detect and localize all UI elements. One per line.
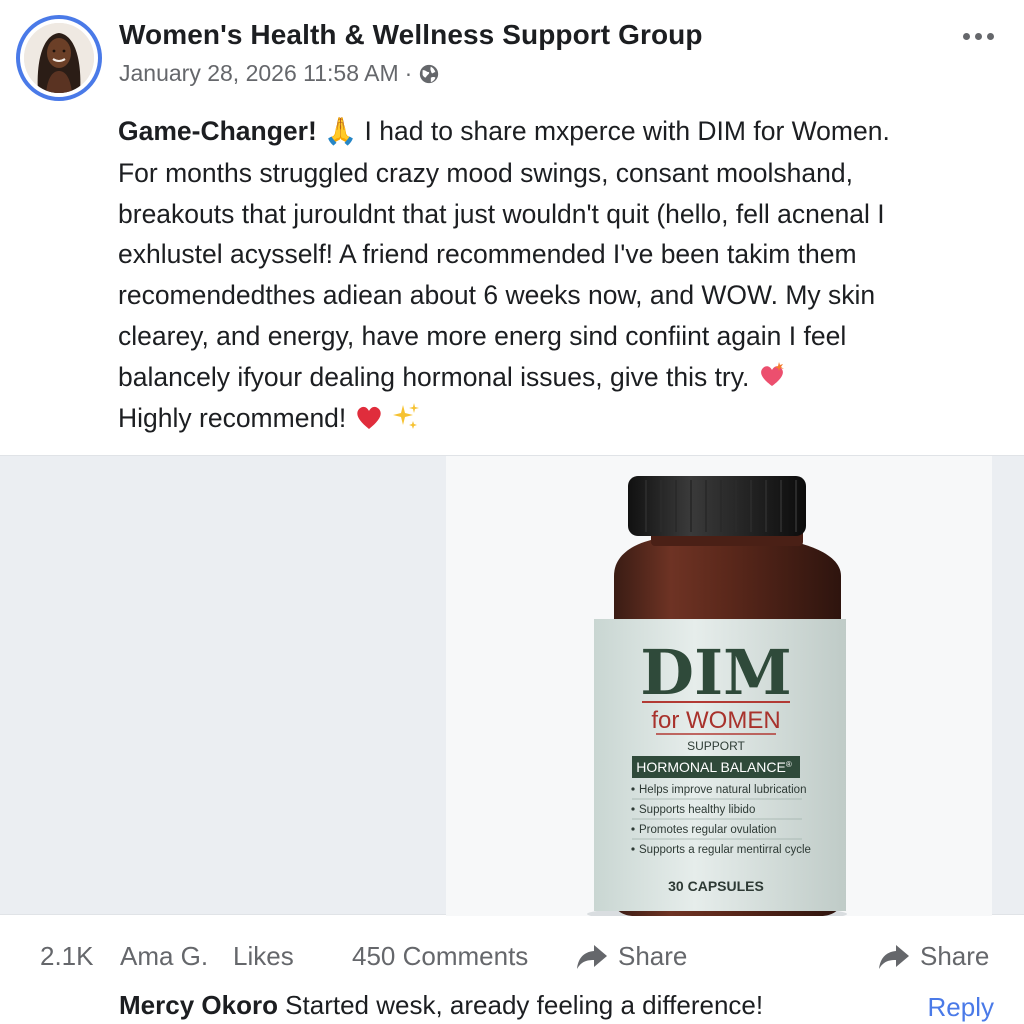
likes-link[interactable]: Likes (233, 941, 294, 972)
post-line-1: Game-Changer! 🙏 I had to share mxperce w… (118, 116, 890, 147)
group-name[interactable]: Women's Health & Wellness Support Group (119, 19, 703, 51)
post-meta: January 28, 2026 11:58 AM · (119, 60, 440, 87)
action-bar: 2.1K Ama G. Likes 450 Comments Share Sha… (0, 925, 1024, 989)
product-count: 30 CAPSULES (668, 878, 764, 894)
more-options-icon (962, 32, 970, 40)
post-line-3: breakouts that jurouldnt that just would… (118, 198, 885, 229)
product-bullet: Helps improve natural lubrication (639, 784, 806, 796)
post-line-6: clearey, and energy, have more energ sin… (118, 320, 847, 351)
product-banner: HORMONAL BALANCE® (636, 759, 792, 775)
folded-hands-icon: 🙏 (324, 116, 358, 147)
globe-icon (420, 64, 439, 83)
post-image[interactable]: DIM for WOMEN SUPPORT HORMONAL BALANCE® … (0, 455, 1024, 922)
sparkles-icon (393, 402, 420, 429)
meta-separator: · (404, 60, 413, 86)
more-options-button[interactable] (958, 22, 998, 50)
product-subtitle: for WOMEN (651, 707, 780, 734)
sparkling-heart-icon (760, 361, 784, 386)
comment-text: Started wesk, aready feeling a differenc… (277, 990, 764, 1020)
product-support: SUPPORT (687, 739, 745, 753)
avatar-image (24, 23, 94, 93)
supplement-bottle: DIM for WOMEN SUPPORT HORMONAL BALANCE® … (587, 476, 847, 922)
reply-button[interactable]: Reply (928, 992, 994, 1023)
post-header: Women's Health & Wellness Support Group … (0, 0, 1024, 110)
share-icon (879, 944, 909, 969)
reactions-count[interactable]: 2.1K (40, 941, 94, 972)
post-line-7: balancely ifyour dealing hormonal issues… (118, 357, 1018, 398)
post-line-2: For months struggled crazy mood swings, … (118, 157, 853, 188)
red-heart-icon (356, 406, 381, 429)
reactor-name[interactable]: Ama G. (120, 941, 208, 972)
product-bullet: Promotes regular ovulation (639, 824, 776, 836)
share-button[interactable]: Share (576, 941, 687, 972)
product-photo: DIM for WOMEN SUPPORT HORMONAL BALANCE® … (446, 456, 992, 922)
product-bullet: Supports a regular mentirral cycle (639, 844, 811, 856)
product-bullet: Supports healthy libido (639, 804, 755, 816)
share-icon (577, 944, 607, 969)
post-line-4: exhlustel acysself! A friend recommended… (118, 239, 857, 270)
post-lead: Game-Changer! (118, 116, 317, 146)
post-line-5: recomendedthes adiean about 6 weeks now,… (118, 280, 876, 311)
group-avatar[interactable] (16, 15, 102, 101)
post-timestamp[interactable]: January 28, 2026 11:58 AM (119, 60, 399, 87)
post-line-8: Highly recommend! (118, 398, 1018, 439)
comment-author[interactable]: Mercy Okoro (119, 990, 278, 1020)
share-button-secondary[interactable]: Share (878, 941, 989, 972)
comments-link[interactable]: 450 Comments (352, 941, 528, 972)
product-brand: DIM (640, 636, 791, 709)
comment: Mercy Okoro Started wesk, aready feeling… (119, 990, 763, 1021)
post-body: Game-Changer! 🙏 I had to share mxperce w… (118, 111, 1018, 438)
